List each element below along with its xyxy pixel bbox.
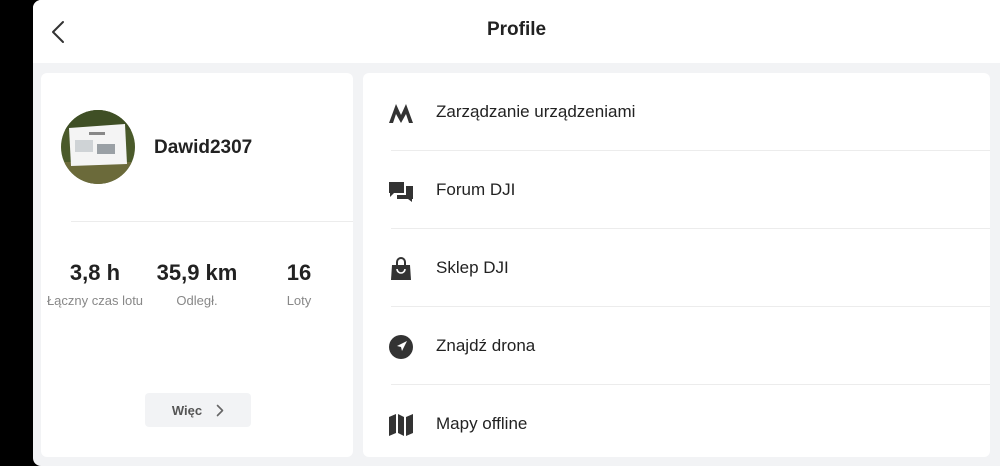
chevron-right-icon — [216, 404, 224, 416]
device-management-icon — [387, 99, 415, 127]
menu-item-label: Zarządzanie urządzeniami — [436, 102, 636, 121]
stat-label: Odległ. — [176, 293, 218, 308]
stat-value: 3,8 h — [69, 260, 121, 285]
more-button-label: Więc — [171, 402, 203, 418]
map-icon — [387, 411, 415, 439]
stat-flight-time: 3,8 h Łączny czas lotu — [45, 259, 145, 308]
stat-value: 16 — [286, 260, 312, 285]
menu-item-store[interactable]: Sklep DJI — [363, 229, 990, 307]
menu-item-label: Forum DJI — [436, 180, 516, 199]
profile-card: Dawid2307 3,8 h Łączny czas lotu 35,9 km… — [41, 73, 353, 457]
menu-item-find-drone[interactable]: Znajdź drona — [363, 307, 990, 385]
app-window: Profile Dawid2307 3,8 h Łączny czas lotu… — [33, 0, 1000, 466]
divider — [71, 221, 353, 222]
username: Dawid2307 — [154, 137, 253, 158]
stat-label: Łączny czas lotu — [46, 293, 144, 308]
shopping-bag-icon — [387, 255, 415, 283]
menu-item-offline-maps[interactable]: Mapy offline — [363, 385, 990, 463]
menu-item-device-management[interactable]: Zarządzanie urządzeniami — [363, 73, 990, 151]
page-title: Profile — [486, 19, 547, 40]
header: Profile — [33, 0, 1000, 63]
find-drone-icon — [387, 333, 415, 361]
menu-item-label: Mapy offline — [436, 414, 528, 433]
menu-item-label: Znajdź drona — [436, 336, 536, 355]
menu-card: Zarządzanie urządzeniami Forum DJI Sklep… — [363, 73, 990, 457]
stat-value: 35,9 km — [156, 260, 238, 285]
forum-icon — [387, 177, 415, 205]
stat-flights: 16 Loty — [259, 259, 339, 308]
stat-distance: 35,9 km Odległ. — [147, 259, 247, 308]
stat-label: Loty — [286, 293, 312, 308]
menu-item-label: Sklep DJI — [436, 258, 509, 277]
avatar[interactable] — [61, 110, 135, 184]
avatar-image — [61, 110, 135, 184]
menu-item-forum[interactable]: Forum DJI — [363, 151, 990, 229]
more-button[interactable]: Więc — [145, 393, 251, 427]
